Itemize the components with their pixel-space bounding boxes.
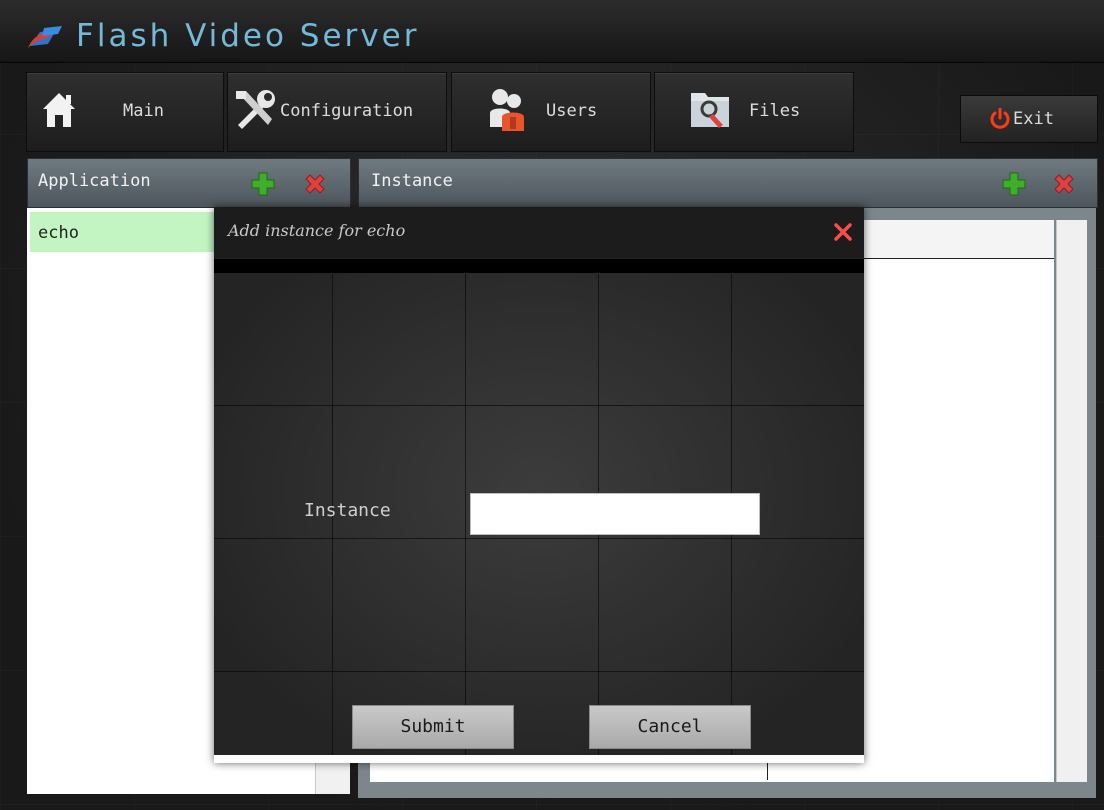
power-icon bbox=[990, 108, 1010, 129]
delete-instance-icon[interactable] bbox=[1051, 171, 1077, 197]
nav-files-button[interactable]: Files bbox=[654, 72, 854, 152]
nav-main-button[interactable]: Main bbox=[26, 72, 224, 152]
submit-button[interactable]: Submit bbox=[352, 705, 514, 749]
nav-main-label: Main bbox=[123, 101, 164, 121]
delete-application-icon[interactable] bbox=[302, 171, 328, 197]
add-instance-dialog: Add instance for echo Instance Submit Ca… bbox=[214, 207, 864, 763]
app-window: Flash Video Server Main Configuration Us… bbox=[0, 0, 1104, 810]
application-panel-title: Application bbox=[38, 171, 151, 191]
dialog-header: Add instance for echo bbox=[214, 207, 864, 259]
nav-users-label: Users bbox=[546, 101, 598, 121]
users-icon bbox=[490, 89, 524, 131]
instance-field-label: Instance bbox=[304, 500, 391, 521]
instance-table-scrollbar[interactable] bbox=[1056, 220, 1087, 782]
instance-name-input[interactable] bbox=[470, 493, 760, 535]
instance-panel-header: Instance bbox=[358, 158, 1098, 208]
dialog-title: Add instance for echo bbox=[228, 221, 406, 240]
dialog-body: Instance Submit Cancel bbox=[214, 273, 864, 755]
column-divider bbox=[767, 760, 768, 780]
cancel-button[interactable]: Cancel bbox=[589, 705, 751, 749]
application-panel-header: Application bbox=[27, 158, 351, 208]
home-icon bbox=[43, 93, 75, 127]
exit-label: Exit bbox=[1013, 109, 1054, 129]
tools-icon bbox=[236, 90, 275, 129]
add-application-icon[interactable] bbox=[250, 171, 276, 197]
flash-logo-icon bbox=[28, 26, 62, 48]
application-item-echo[interactable]: echo bbox=[30, 212, 216, 252]
nav-files-label: Files bbox=[749, 101, 801, 121]
close-icon[interactable] bbox=[832, 221, 854, 243]
exit-button[interactable]: Exit bbox=[960, 95, 1098, 143]
instance-panel-title: Instance bbox=[371, 171, 453, 191]
title-bar: Flash Video Server bbox=[0, 0, 1104, 63]
app-title: Flash Video Server bbox=[76, 18, 420, 54]
nav-users-button[interactable]: Users bbox=[451, 72, 651, 152]
add-instance-icon[interactable] bbox=[1001, 171, 1027, 197]
files-icon bbox=[691, 93, 729, 128]
nav-configuration-button[interactable]: Configuration bbox=[227, 72, 447, 152]
nav-configuration-label: Configuration bbox=[280, 101, 414, 121]
application-item-label: echo bbox=[38, 223, 79, 243]
dialog-header-strip bbox=[214, 259, 864, 273]
